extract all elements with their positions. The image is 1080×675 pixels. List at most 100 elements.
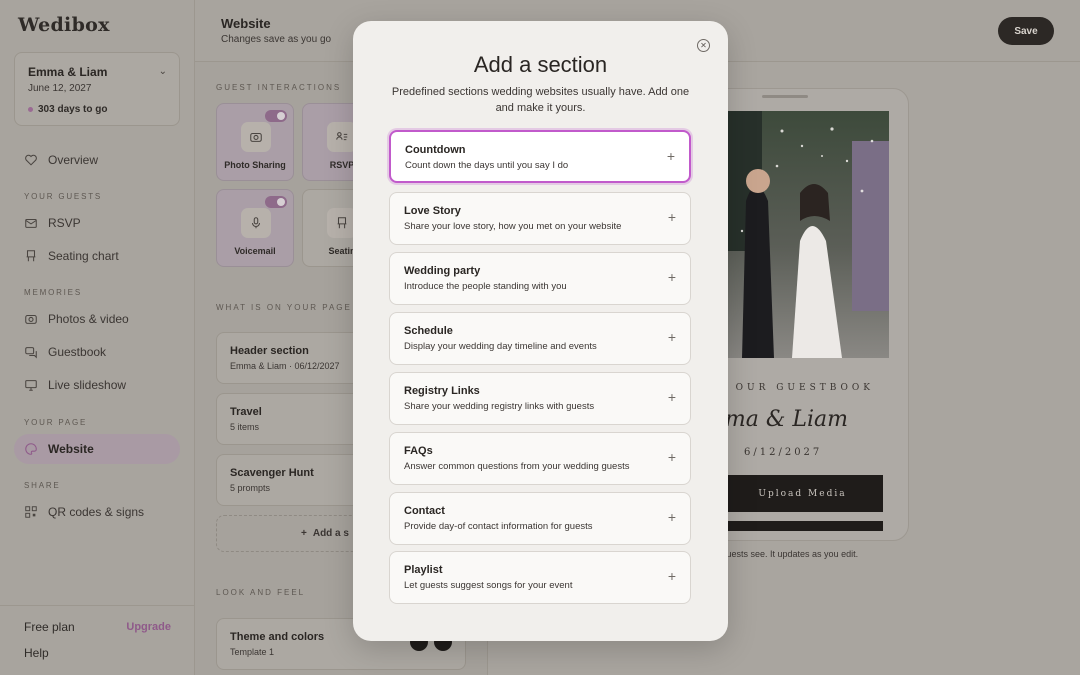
plus-icon[interactable]: + xyxy=(668,330,676,344)
event-name: Emma & Liam xyxy=(28,65,108,79)
section-label-look-feel: LOOK AND FEEL xyxy=(216,588,306,597)
sidebar-item-overview[interactable]: Overview xyxy=(14,145,180,175)
nav-section-memories: MEMORIES xyxy=(24,288,82,297)
option-desc: Introduce the people standing with you xyxy=(404,281,567,292)
chevron-down-icon: ⌄ xyxy=(158,66,167,77)
tile-voicemail[interactable]: Voicemail xyxy=(216,189,294,267)
photo-sharing-toggle[interactable] xyxy=(265,110,287,122)
brand-logo[interactable]: Wedibox xyxy=(18,14,110,36)
option-wedding-party[interactable]: Wedding party Introduce the people stand… xyxy=(389,252,691,305)
nav-section-page: YOUR PAGE xyxy=(24,418,88,427)
sidebar-item-qr[interactable]: QR codes & signs xyxy=(14,497,180,527)
option-title: Schedule xyxy=(404,325,453,337)
option-desc: Count down the days until you say I do xyxy=(405,160,569,171)
page-item-title: Header section xyxy=(230,345,309,357)
voicemail-toggle[interactable] xyxy=(265,196,287,208)
sidebar-item-slideshow[interactable]: Live slideshow xyxy=(14,370,180,400)
envelope-icon xyxy=(25,218,37,228)
option-registry[interactable]: Registry Links Share your wedding regist… xyxy=(389,372,691,425)
sidebar-item-label: Seating chart xyxy=(48,249,119,263)
phone-notch xyxy=(762,95,808,98)
sidebar-item-label: Live slideshow xyxy=(48,378,127,392)
camera-icon xyxy=(241,122,271,152)
modal-subtitle: Predefined sections wedding websites usu… xyxy=(391,86,690,114)
option-desc: Share your love story, how you met on yo… xyxy=(404,221,622,232)
modal-title: Add a section xyxy=(473,52,608,77)
palette-icon xyxy=(25,443,37,455)
option-desc: Let guests suggest songs for your event xyxy=(404,580,573,591)
add-section-label: Add a s xyxy=(312,528,349,539)
sidebar-item-guestbook[interactable]: Guestbook xyxy=(14,337,180,367)
option-title: Countdown xyxy=(405,144,466,156)
heart-icon xyxy=(25,154,37,166)
nav-section-guests: YOUR GUESTS xyxy=(24,192,103,201)
monitor-icon xyxy=(25,380,37,391)
option-desc: Answer common questions from your weddin… xyxy=(404,461,630,472)
option-faqs[interactable]: FAQs Answer common questions from your w… xyxy=(389,432,691,485)
plus-icon[interactable]: + xyxy=(668,390,676,404)
event-date: June 12, 2027 xyxy=(28,83,92,94)
preview-note: r guests see. It updates as you edit. xyxy=(716,549,859,559)
sidebar-item-label: Overview xyxy=(48,153,99,167)
plus-icon[interactable]: + xyxy=(667,149,675,163)
page-item-sub: Emma & Liam · 06/12/2027 xyxy=(230,361,340,371)
option-title: Contact xyxy=(404,505,445,517)
preview-strip xyxy=(722,521,883,531)
page-item-sub: 5 prompts xyxy=(230,483,271,493)
plus-icon[interactable]: + xyxy=(668,510,676,524)
option-title: FAQs xyxy=(404,445,433,457)
countdown-badge: 303 days to go xyxy=(28,104,107,115)
option-love-story[interactable]: Love Story Share your love story, how yo… xyxy=(389,192,691,245)
sidebar-footer: Free plan Upgrade Help xyxy=(0,605,195,675)
theme-sub: Template 1 xyxy=(230,647,275,657)
option-title: Playlist xyxy=(404,564,443,576)
page-title: Website xyxy=(221,16,271,31)
sidebar-item-rsvp[interactable]: RSVP xyxy=(14,208,180,238)
option-contact[interactable]: Contact Provide day-of contact informati… xyxy=(389,492,691,545)
sidebar-item-photos[interactable]: Photos & video xyxy=(14,304,180,334)
upload-media-button[interactable]: Upload Media xyxy=(722,475,883,512)
preview-date: 6/12/2027 xyxy=(744,447,823,458)
option-desc: Display your wedding day timeline and ev… xyxy=(404,341,597,352)
sidebar-item-seating[interactable]: Seating chart xyxy=(14,241,180,271)
tile-label: Voicemail xyxy=(234,246,276,256)
qr-code-icon xyxy=(25,506,37,518)
tile-photo-sharing[interactable]: Photo Sharing xyxy=(216,103,294,181)
plus-icon[interactable]: + xyxy=(668,270,676,284)
camera-icon xyxy=(25,314,37,324)
countdown-text: 303 days to go xyxy=(38,104,108,115)
page-item-title: Scavenger Hunt xyxy=(230,467,314,479)
theme-title: Theme and colors xyxy=(230,631,325,643)
close-icon[interactable]: ✕ xyxy=(697,39,710,52)
page-subtitle: Changes save as you go xyxy=(221,34,332,45)
tile-label: Photo Sharing xyxy=(224,160,286,170)
plan-label: Free plan xyxy=(24,620,75,634)
option-playlist[interactable]: Playlist Let guests suggest songs for yo… xyxy=(389,551,691,604)
option-schedule[interactable]: Schedule Display your wedding day timeli… xyxy=(389,312,691,365)
sidebar: Wedibox Emma & Liam ⌄ June 12, 2027 303 … xyxy=(0,0,195,675)
plus-icon: + xyxy=(301,528,307,539)
upgrade-link[interactable]: Upgrade xyxy=(126,621,171,633)
option-title: Registry Links xyxy=(404,385,480,397)
option-countdown[interactable]: Countdown Count down the days until you … xyxy=(389,130,691,183)
sidebar-item-website[interactable]: Website xyxy=(14,434,180,464)
section-label-on-page: WHAT IS ON YOUR PAGE xyxy=(216,303,352,312)
plus-icon[interactable]: + xyxy=(668,450,676,464)
help-link[interactable]: Help xyxy=(24,646,49,660)
event-switcher[interactable]: Emma & Liam ⌄ June 12, 2027 303 days to … xyxy=(14,52,180,126)
sidebar-item-label: RSVP xyxy=(48,216,81,230)
nav-section-share: SHARE xyxy=(24,481,61,490)
sidebar-item-label: Photos & video xyxy=(48,312,129,326)
option-title: Wedding party xyxy=(404,265,481,277)
chair-icon xyxy=(26,250,36,262)
page-item-sub: 5 items xyxy=(230,422,260,432)
page-item-title: Travel xyxy=(230,406,262,418)
plus-icon[interactable]: + xyxy=(668,210,676,224)
plus-icon[interactable]: + xyxy=(668,569,676,583)
sidebar-item-label: Website xyxy=(48,442,94,456)
couple-photo xyxy=(722,111,889,358)
status-dot-icon xyxy=(28,107,33,112)
option-desc: Share your wedding registry links with g… xyxy=(404,401,595,412)
sidebar-item-label: QR codes & signs xyxy=(48,505,145,519)
save-button[interactable]: Save xyxy=(998,17,1054,45)
